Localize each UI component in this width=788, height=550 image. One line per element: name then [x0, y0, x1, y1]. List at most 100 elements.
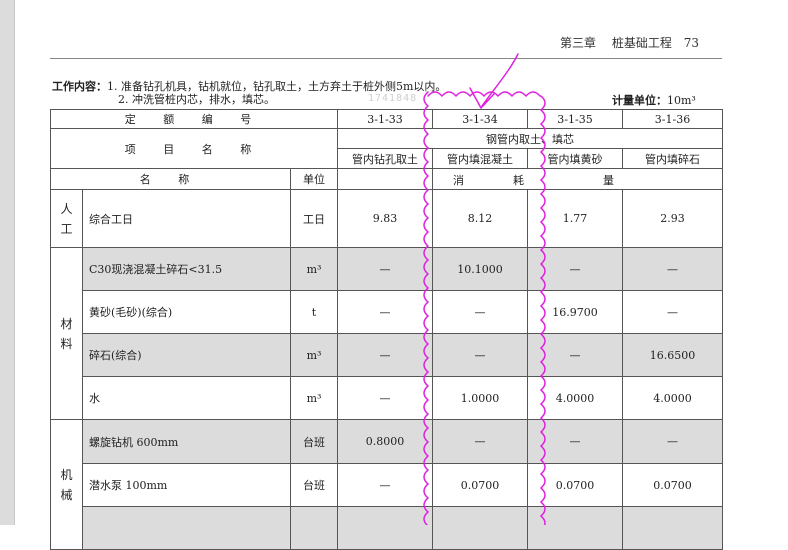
resource-unit: m³	[290, 376, 338, 420]
category-char: 械	[60, 487, 73, 502]
chapter-label: 第三章	[560, 36, 597, 50]
quota-code: 3-1-36	[622, 109, 723, 129]
quota-value: 0.8000	[337, 419, 433, 464]
quota-value: —	[337, 247, 433, 291]
consumption-char: 消	[453, 174, 464, 187]
quota-value: —	[337, 333, 433, 377]
resource-name: 水	[82, 376, 291, 420]
table-row: 材料 C30现浇混凝土碎石<31.5 m³ —10.1000— —	[50, 247, 723, 420]
item-name: 管内填黄砂	[527, 148, 623, 169]
unit-header: 单位	[290, 168, 338, 190]
group-title: 钢管内取土、填芯	[337, 128, 723, 149]
quota-value	[527, 506, 623, 550]
quota-code-label: 定 额 编 号	[50, 109, 338, 129]
item-name-label-text: 项 目 名 称	[124, 142, 264, 156]
consumption-blank	[337, 168, 433, 190]
category-char: 机	[60, 467, 73, 482]
resource-name	[82, 506, 291, 550]
page-number: 73	[683, 36, 699, 50]
name-header: 名 称	[50, 168, 291, 190]
unit-label: 计量单位：	[612, 94, 667, 107]
quota-value: —	[337, 376, 433, 420]
resource-unit: 台班	[290, 463, 338, 507]
table-row: 黄砂(毛砂)(综合) t — —16.9700—	[51, 290, 723, 334]
measurement-unit: 计量单位：10m³	[612, 92, 696, 108]
work-line-1: 1. 准备钻孔机具，钻机就位，钻孔取土，土方弃土于桩外侧5m以内。	[107, 80, 447, 93]
category-label: 机械	[50, 419, 83, 550]
section-title: 桩基础工程	[611, 36, 672, 50]
table-row: 潜水泵 100mm 台班 —0.0700 0.0700 0.0700	[51, 463, 723, 507]
watermark: 1741848	[368, 93, 418, 104]
quota-value: 1.0000	[432, 376, 528, 420]
quota-value	[337, 506, 433, 550]
quota-value: —	[432, 290, 528, 334]
resource-unit: 工日	[290, 189, 338, 248]
table-row	[51, 506, 723, 550]
resource-unit: m³	[290, 333, 338, 377]
quota-value: 10.1000	[432, 247, 528, 291]
table-row: 碎石(综合) m³ — — —16.6500	[51, 333, 723, 377]
quota-code-label-text: 定 额 编 号	[124, 113, 264, 126]
table-row: 人工综合工日 工日 9.83 8.12 1.77 2.93	[50, 189, 723, 248]
resource-unit	[290, 506, 338, 550]
item-name: 管内钻孔取土	[337, 148, 433, 169]
quota-table: 定 额 编 号 3-1-33 3-1-34 3-1-35 3-1-36 项 目 名 称 钢管…	[50, 109, 723, 550]
quota-value	[622, 506, 723, 550]
resource-name: C30现浇混凝土碎石<31.5	[82, 247, 291, 291]
resource-name: 螺旋钻机 600mm	[82, 419, 291, 464]
quota-value: 0.0700	[432, 463, 528, 507]
quota-value: 1.77	[527, 189, 623, 248]
consumption-char: 量	[603, 174, 614, 187]
resource-unit: 台班	[290, 419, 338, 464]
consumption-header: 消耗量	[432, 168, 723, 190]
item-name: 管内填混凝土	[432, 148, 528, 169]
quota-value	[432, 506, 528, 550]
viewer-left-margin	[0, 0, 14, 525]
quota-value: 0.0700	[622, 463, 723, 507]
resource-unit: m³	[290, 247, 338, 291]
quota-value: 0.0700	[527, 463, 623, 507]
item-name: 管内填碎石	[622, 148, 723, 169]
quota-value: —	[337, 290, 433, 334]
category-label: 材料	[50, 247, 83, 420]
quota-code: 3-1-33	[337, 109, 433, 129]
quota-value: —	[527, 333, 623, 377]
category-char: 材	[60, 316, 73, 331]
quota-value: 2.93	[622, 189, 723, 248]
category-label: 人工	[50, 189, 83, 248]
quota-value: 4.0000	[622, 376, 723, 420]
viewer-margin-edge	[14, 0, 15, 525]
resource-name: 黄砂(毛砂)(综合)	[82, 290, 291, 334]
quota-value: —	[527, 247, 623, 291]
work-content-label: 工作内容：	[52, 80, 107, 93]
consumption-char: 耗	[513, 174, 524, 187]
resource-name: 碎石(综合)	[82, 333, 291, 377]
quota-value: 16.9700	[527, 290, 623, 334]
quota-value: —	[622, 419, 723, 464]
group-row: 项 目 名 称 钢管内取土、填芯	[50, 128, 723, 169]
consumption-header-row: 名 称 单位 消 耗 量	[50, 168, 723, 190]
quota-value: —	[432, 333, 528, 377]
resource-unit: t	[290, 290, 338, 334]
quota-value: 9.83	[337, 189, 433, 248]
quota-value: —	[337, 463, 433, 507]
table-row: 机械螺旋钻机 600mm 台班 0.8000— — —	[50, 419, 723, 550]
unit-value: 10m³	[667, 94, 696, 107]
code-row: 定 额 编 号 3-1-33 3-1-34 3-1-35 3-1-36	[50, 109, 723, 129]
header-rule	[50, 58, 722, 59]
item-name-label: 项 目 名 称	[50, 128, 338, 169]
quota-value: —	[432, 419, 528, 464]
quota-value: —	[622, 247, 723, 291]
quota-code: 3-1-35	[527, 109, 623, 129]
quota-value: 8.12	[432, 189, 528, 248]
page-header: 第三章 桩基础工程 73	[560, 34, 699, 51]
table-row: 水 m³ —1.0000 4.0000 4.0000	[51, 376, 723, 420]
arrow-annotation-icon	[469, 53, 519, 109]
category-char: 工	[60, 221, 73, 236]
quota-value: 4.0000	[527, 376, 623, 420]
category-char: 料	[60, 336, 73, 351]
category-char: 人	[60, 201, 73, 216]
quota-value: —	[622, 290, 723, 334]
quota-value: —	[527, 419, 623, 464]
resource-name: 综合工日	[82, 189, 291, 248]
